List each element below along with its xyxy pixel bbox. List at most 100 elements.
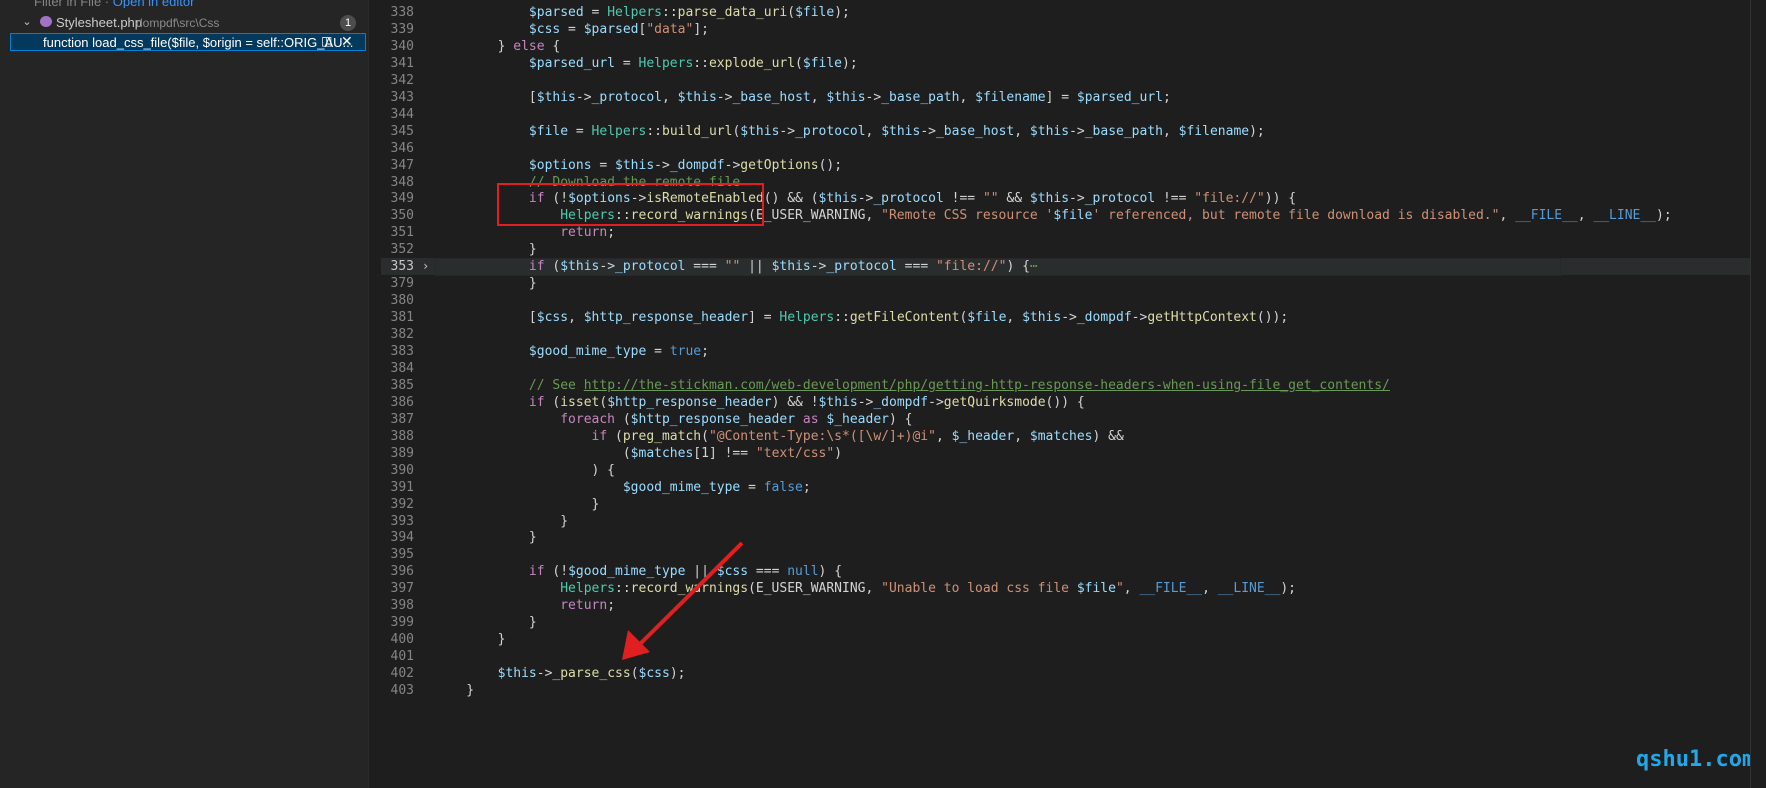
code-token: = xyxy=(560,21,584,37)
code-token: getHttpContext xyxy=(1147,310,1257,326)
code-token: ' referenced, but remote file download i… xyxy=(1092,208,1500,224)
line-number: 383 xyxy=(390,344,414,359)
line-number: 340 xyxy=(390,38,414,54)
code-token: "file://" xyxy=(1194,191,1265,207)
code-line[interactable]: 339 $css = $parsed["data"]; xyxy=(381,21,1766,38)
code-line[interactable]: 397 Helpers::record_warnings(E_USER_WARN… xyxy=(381,580,1766,597)
line-code: $parsed_url = Helpers::explode_url($file… xyxy=(435,55,858,72)
code-token: "text/css" xyxy=(755,445,835,461)
code-line[interactable]: 385 // See http://the-stickman.com/web-d… xyxy=(381,377,1766,394)
code-token: true xyxy=(669,344,702,359)
code-line[interactable]: 389 ($matches[1] !== "text/css") xyxy=(381,445,1766,462)
code-line[interactable]: 399 } xyxy=(381,614,1766,631)
code-line[interactable]: 342 xyxy=(381,72,1766,89)
code-token: === xyxy=(896,259,936,275)
code-token: ) { xyxy=(435,462,616,478)
code-line[interactable]: 395 xyxy=(381,546,1766,563)
code-line[interactable]: 390 ) { xyxy=(381,462,1766,479)
code-line[interactable]: › 353 if ($this->_protocol === "" || $thi… xyxy=(381,258,1766,277)
code-line[interactable]: 381 [$css, $http_response_header] = Help… xyxy=(381,309,1766,326)
code-token: $http_response_header xyxy=(607,394,772,410)
code-line[interactable]: 391 $good_mime_type = false; xyxy=(381,479,1766,496)
code-line[interactable]: 352 } xyxy=(381,241,1766,258)
chevron-down-icon[interactable]: ⌄ xyxy=(20,15,34,28)
line-code: Helpers::record_warnings(E_USER_WARNING,… xyxy=(435,580,1296,597)
code-token: getFileContent xyxy=(849,310,960,326)
code-token: -> xyxy=(779,123,796,139)
code-token: Helpers xyxy=(591,123,647,139)
code-token: $_header xyxy=(826,411,889,427)
code-token: } xyxy=(435,615,537,631)
code-line[interactable]: 341 $parsed_url = Helpers::explode_url($… xyxy=(381,55,1766,72)
line-number: 353 xyxy=(390,259,414,275)
code-line[interactable]: 386 if (isset($http_response_header) && … xyxy=(381,394,1766,411)
code-token: // See xyxy=(435,377,584,393)
line-code: ) { xyxy=(435,462,615,479)
code-line[interactable]: 347 $options = $this->_dompdf->getOption… xyxy=(381,157,1766,174)
line-number: 395 xyxy=(390,547,414,563)
code-token: , xyxy=(1202,581,1218,597)
code-token: $this xyxy=(818,191,858,207)
code-token: $this xyxy=(1029,191,1070,207)
match-text: function load_css_file($file, $origin = … xyxy=(43,35,354,50)
code-line[interactable]: 345 $file = Helpers::build_url($this->_p… xyxy=(381,123,1766,140)
match-count-badge: 1 xyxy=(340,15,356,31)
replace-icon[interactable]: ◫ xyxy=(321,34,332,48)
code-line[interactable]: 384 xyxy=(381,360,1766,377)
code-line[interactable]: 401 xyxy=(381,648,1766,665)
code-line[interactable]: 344 xyxy=(381,106,1766,123)
code-line[interactable]: 379 } xyxy=(381,275,1766,292)
line-number: 394 xyxy=(390,530,414,546)
code-token: $good_mime_type xyxy=(568,564,686,580)
code-token: Helpers xyxy=(779,310,835,326)
code-token: "data" xyxy=(646,21,694,37)
code-line[interactable]: 338 $parsed = Helpers::parse_data_uri($f… xyxy=(381,4,1766,21)
code-token: :: xyxy=(646,123,662,139)
code-line[interactable]: 388 if (preg_match("@Content-Type:\s*([\… xyxy=(381,428,1766,445)
code-line[interactable]: 394 } xyxy=(381,529,1766,546)
editor-scrollbar[interactable] xyxy=(1750,0,1766,788)
code-token: _dompdf xyxy=(669,157,725,173)
code-line[interactable]: 393 } xyxy=(381,513,1766,530)
code-token: $this xyxy=(536,89,576,105)
code-line[interactable]: 383 $good_mime_type = true; xyxy=(381,343,1766,360)
code-token: " xyxy=(1115,581,1124,597)
line-number: 385 xyxy=(390,377,414,393)
code-token: -> xyxy=(1069,123,1085,139)
code-line[interactable]: 382 xyxy=(381,326,1766,343)
code-line[interactable]: 387 foreach ($http_response_header as $_… xyxy=(381,411,1766,428)
code-token: $filename xyxy=(975,89,1046,105)
code-line[interactable]: 392 } xyxy=(381,496,1766,513)
code-token: , xyxy=(1163,123,1179,139)
code-token: $good_mime_type xyxy=(435,344,647,359)
code-token: (); xyxy=(818,157,843,173)
code-token: $css xyxy=(638,666,670,682)
code-token: ( xyxy=(630,666,639,682)
close-icon[interactable]: ✕ xyxy=(341,33,353,50)
search-result-file[interactable]: ⌄ Stylesheet.php dompdf\src\Css 1 xyxy=(0,14,368,32)
fold-chevron-icon[interactable]: › xyxy=(422,258,429,275)
code-line[interactable]: 346 xyxy=(381,140,1766,157)
panel-divider[interactable] xyxy=(368,0,381,788)
code-token: "file://" xyxy=(935,259,1007,275)
code-line[interactable]: 403 } xyxy=(381,682,1766,699)
code-token: $this xyxy=(818,394,858,410)
code-line[interactable]: 402 $this->_parse_css($css); xyxy=(381,665,1766,682)
code-token: _base_path xyxy=(1084,123,1163,139)
code-token: -> xyxy=(857,191,874,207)
code-line[interactable]: 396 if (!$good_mime_type || $css === nul… xyxy=(381,563,1766,580)
line-number: 350 xyxy=(390,208,414,224)
code-token: :: xyxy=(662,5,678,20)
code-line[interactable]: 400 } xyxy=(381,631,1766,648)
code-line[interactable]: 340 } else { xyxy=(381,38,1766,55)
open-in-editor-link[interactable]: Open in editor xyxy=(113,0,195,8)
code-line[interactable]: 343 [$this->_protocol, $this->_base_host… xyxy=(381,89,1766,106)
line-code: $css = $parsed["data"]; xyxy=(435,21,709,38)
search-match-item[interactable]: function load_css_file($file, $origin = … xyxy=(10,33,366,51)
code-line[interactable]: 398 return; xyxy=(381,597,1766,614)
code-line[interactable]: 351 return; xyxy=(381,224,1766,241)
code-line[interactable]: 380 xyxy=(381,292,1766,309)
code-token: "" xyxy=(982,191,999,207)
code-editor[interactable]: 338 $parsed = Helpers::parse_data_uri($f… xyxy=(381,0,1766,788)
code-token: -> xyxy=(810,259,827,275)
